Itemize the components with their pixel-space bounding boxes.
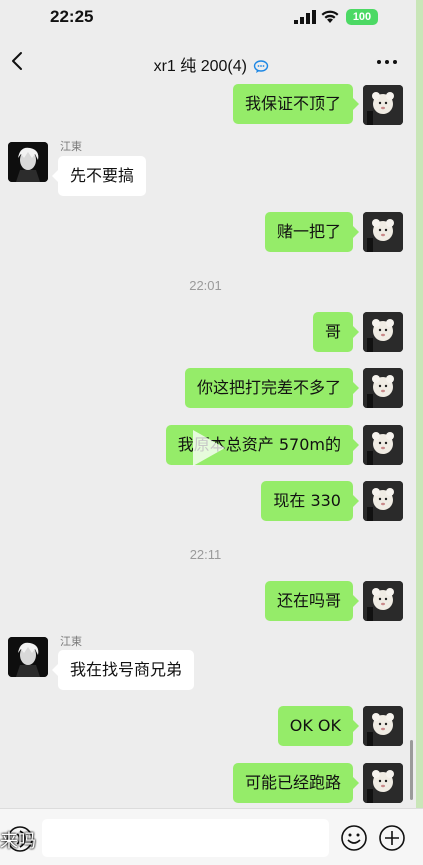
- self-avatar-image: [363, 763, 403, 803]
- other-avatar[interactable]: [8, 637, 48, 677]
- self-avatar-image: [363, 581, 403, 621]
- scrollbar[interactable]: [410, 740, 413, 800]
- input-bar: 来吗: [0, 808, 423, 865]
- self-avatar[interactable]: [363, 85, 403, 125]
- message-bubble-self[interactable]: 赌一把了: [264, 212, 360, 252]
- other-avatar-image: [8, 637, 48, 677]
- self-avatar-image: [363, 85, 403, 125]
- chat-header: xr1 纯 200(4): [0, 40, 423, 84]
- self-avatar-image: [363, 368, 403, 408]
- self-avatar[interactable]: [363, 312, 403, 352]
- battery-indicator: 100: [346, 9, 378, 25]
- status-time: 22:25: [50, 7, 94, 26]
- self-avatar-image: [363, 425, 403, 465]
- self-avatar[interactable]: [363, 706, 403, 746]
- message-bubble-self[interactable]: 现在 330: [261, 481, 359, 521]
- chat-bubble-icon: [254, 60, 269, 73]
- sender-name: 江東: [60, 635, 82, 648]
- timestamp: 22:01: [189, 278, 222, 293]
- sender-name: 江東: [60, 140, 82, 153]
- message-bubble-self[interactable]: 你这把打完差不多了: [184, 368, 360, 408]
- message-bubble-self[interactable]: 可能已经跑路: [232, 763, 360, 803]
- overlay-caption: 来吗: [0, 831, 36, 852]
- self-avatar[interactable]: [363, 581, 403, 621]
- self-avatar-image: [363, 312, 403, 352]
- self-avatar[interactable]: [363, 425, 403, 465]
- plus-icon[interactable]: [378, 824, 406, 852]
- self-avatar-image: [363, 481, 403, 521]
- emoji-icon[interactable]: [340, 824, 368, 852]
- wifi-icon: [321, 10, 339, 23]
- self-avatar[interactable]: [363, 368, 403, 408]
- timestamp: 22:11: [189, 547, 222, 562]
- self-avatar-image: [363, 212, 403, 252]
- message-bubble-other[interactable]: 我在找号商兄弟: [51, 650, 195, 690]
- message-bubble-self[interactable]: 还在吗哥: [264, 581, 360, 621]
- self-avatar-image: [363, 706, 403, 746]
- signal-icon: [294, 10, 316, 24]
- self-avatar[interactable]: [363, 763, 403, 803]
- other-avatar[interactable]: [8, 142, 48, 182]
- edge-strip: [416, 0, 423, 865]
- message-input[interactable]: [42, 819, 329, 857]
- self-avatar[interactable]: [363, 481, 403, 521]
- other-avatar-image: [8, 142, 48, 182]
- chat-title-wrap: xr1 纯 200(4): [0, 52, 423, 76]
- self-avatar[interactable]: [363, 212, 403, 252]
- status-bar: 22:25 100: [0, 0, 423, 36]
- chat-title: xr1 纯 200(4): [153, 58, 247, 75]
- message-bubble-self[interactable]: 我保证不顶了: [232, 84, 360, 124]
- message-bubble-self[interactable]: OK OK: [277, 706, 360, 746]
- message-bubble-self[interactable]: 哥: [312, 312, 360, 352]
- play-icon[interactable]: [189, 428, 229, 468]
- message-bubble-other[interactable]: 先不要搞: [51, 156, 147, 196]
- more-icon[interactable]: [374, 52, 400, 72]
